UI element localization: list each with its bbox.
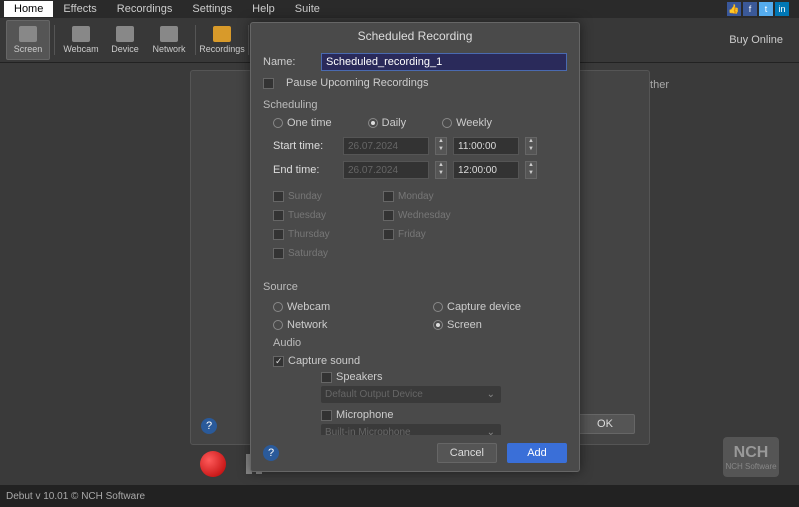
checkbox-icon xyxy=(383,210,394,221)
day-monday-checkbox: Monday xyxy=(383,191,463,202)
record-button[interactable] xyxy=(200,451,226,477)
add-button[interactable]: Add xyxy=(507,443,567,463)
menu-effects[interactable]: Effects xyxy=(53,1,106,17)
time-spinner[interactable]: ▲▼ xyxy=(525,161,537,179)
speaker-device-dropdown[interactable]: Default Output Device xyxy=(321,386,501,403)
version-text: Debut v 10.01 © NCH Software xyxy=(6,491,145,502)
radio-icon xyxy=(433,302,443,312)
source-network-radio[interactable]: Network xyxy=(273,319,383,331)
source-webcam-radio[interactable]: Webcam xyxy=(273,301,383,313)
cancel-button[interactable]: Cancel xyxy=(437,443,497,463)
linkedin-icon[interactable]: in xyxy=(775,2,789,16)
date-spinner[interactable]: ▲▼ xyxy=(435,137,447,155)
name-input[interactable] xyxy=(321,53,567,71)
day-friday-checkbox: Friday xyxy=(383,229,463,240)
day-sunday-checkbox: Sunday xyxy=(273,191,353,202)
menu-home[interactable]: Home xyxy=(4,1,53,17)
name-label: Name: xyxy=(263,56,313,68)
tool-recordings[interactable]: Recordings xyxy=(200,20,244,60)
microphone-checkbox[interactable]: Microphone xyxy=(303,409,567,421)
menu-suite[interactable]: Suite xyxy=(285,1,330,17)
checkbox-icon xyxy=(263,78,274,89)
source-screen-radio[interactable]: Screen xyxy=(433,319,543,331)
dialog-title: Scheduled Recording xyxy=(251,23,579,49)
tool-device[interactable]: Device xyxy=(103,20,147,60)
day-tuesday-checkbox: Tuesday xyxy=(273,210,353,221)
buy-online-link[interactable]: Buy Online xyxy=(719,34,793,46)
start-date-input xyxy=(343,137,429,155)
radio-icon xyxy=(273,320,283,330)
tool-network[interactable]: Network xyxy=(147,20,191,60)
checkbox-icon xyxy=(383,229,394,240)
day-wednesday-checkbox: Wednesday xyxy=(383,210,463,221)
help-icon[interactable]: ? xyxy=(201,418,217,434)
radio-icon xyxy=(442,118,452,128)
menu-recordings[interactable]: Recordings xyxy=(107,1,183,17)
day-thursday-checkbox: Thursday xyxy=(273,229,353,240)
ok-button[interactable]: OK xyxy=(575,414,635,434)
like-icon[interactable]: 👍 xyxy=(727,2,741,16)
radio-icon xyxy=(368,118,378,128)
scheduled-recording-dialog: Scheduled Recording Name: Pause Upcoming… xyxy=(250,22,580,472)
menu-help[interactable]: Help xyxy=(242,1,285,17)
source-group-title: Source xyxy=(263,281,567,293)
capture-sound-checkbox[interactable]: Capture sound xyxy=(273,355,567,367)
end-time-input[interactable] xyxy=(453,161,519,179)
end-time-label: End time: xyxy=(273,164,337,176)
separator xyxy=(248,25,249,55)
radio-icon xyxy=(273,302,283,312)
network-icon xyxy=(160,26,178,42)
checkbox-icon xyxy=(273,210,284,221)
mic-device-dropdown[interactable]: Built-in Microphone xyxy=(321,424,501,435)
recordings-icon xyxy=(213,26,231,42)
checkbox-icon xyxy=(383,191,394,202)
start-time-input[interactable] xyxy=(453,137,519,155)
facebook-icon[interactable]: f xyxy=(743,2,757,16)
nch-logo: NCH NCH Software xyxy=(723,437,779,477)
social-icons: 👍 f t in xyxy=(727,2,789,16)
menu-bar: Home Effects Recordings Settings Help Su… xyxy=(0,0,799,18)
separator xyxy=(54,25,55,55)
checkbox-icon xyxy=(273,356,284,367)
pause-upcoming-checkbox[interactable]: Pause Upcoming Recordings xyxy=(263,77,567,89)
freq-weekly-radio[interactable]: Weekly xyxy=(442,117,492,129)
start-time-label: Start time: xyxy=(273,140,337,152)
checkbox-icon xyxy=(273,229,284,240)
menu-settings[interactable]: Settings xyxy=(182,1,242,17)
help-icon[interactable]: ? xyxy=(263,445,279,461)
tool-webcam[interactable]: Webcam xyxy=(59,20,103,60)
source-capture-radio[interactable]: Capture device xyxy=(433,301,543,313)
radio-icon xyxy=(433,320,443,330)
screen-icon xyxy=(19,26,37,42)
end-date-input xyxy=(343,161,429,179)
radio-icon xyxy=(273,118,283,128)
status-bar: Debut v 10.01 © NCH Software xyxy=(0,485,799,507)
date-spinner[interactable]: ▲▼ xyxy=(435,161,447,179)
day-saturday-checkbox: Saturday xyxy=(273,248,353,259)
twitter-icon[interactable]: t xyxy=(759,2,773,16)
checkbox-icon xyxy=(273,191,284,202)
audio-group-title: Audio xyxy=(263,337,567,349)
device-icon xyxy=(116,26,134,42)
separator xyxy=(195,25,196,55)
checkbox-icon xyxy=(273,248,284,259)
webcam-icon xyxy=(72,26,90,42)
time-spinner[interactable]: ▲▼ xyxy=(525,137,537,155)
freq-daily-radio[interactable]: Daily xyxy=(368,117,406,129)
tool-screen[interactable]: Screen xyxy=(6,20,50,60)
checkbox-icon xyxy=(321,410,332,421)
freq-onetime-radio[interactable]: One time xyxy=(273,117,332,129)
scheduling-group-title: Scheduling xyxy=(263,99,567,111)
checkbox-icon xyxy=(321,372,332,383)
speakers-checkbox[interactable]: Speakers xyxy=(303,371,567,383)
